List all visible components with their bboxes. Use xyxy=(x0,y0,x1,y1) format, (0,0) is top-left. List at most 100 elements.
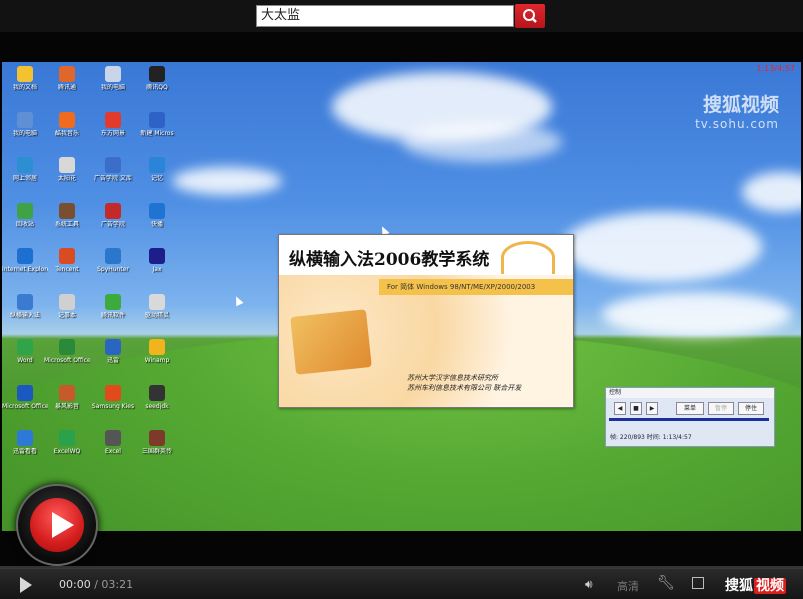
app-icon xyxy=(149,430,165,446)
desktop-icon-label: 记事本 xyxy=(57,311,76,319)
app-icon xyxy=(105,339,121,355)
app-icon xyxy=(105,66,121,82)
splash-credits: 苏州大学汉字信息技术研究所 苏州车利信息技术有限公司 联合开发 xyxy=(407,373,521,393)
recording-clock: 1:13/4:57 xyxy=(756,64,795,73)
speaker-icon: 🔊︎ xyxy=(585,577,593,591)
desktop-icon-label: Jax xyxy=(152,266,162,273)
desktop-icon-label: Microsoft Office xyxy=(44,357,90,364)
desktop-icon-label: 太阳花 xyxy=(57,175,76,182)
desktop-icon: 我的电脑 xyxy=(90,66,136,91)
pause-button: 暂停 xyxy=(708,402,734,415)
desktop-icon: Samsung Kies xyxy=(90,384,136,410)
current-time: 00:00 xyxy=(59,578,91,591)
desktop-icon: 新建 Micros xyxy=(134,111,180,137)
desktop-icon-label: Microsoft Office 2 xyxy=(2,402,48,410)
desktop-icon: seedjdk xyxy=(134,384,180,410)
quality-button[interactable]: 高清 xyxy=(617,578,639,594)
desktop-icon: Jax xyxy=(134,248,180,273)
desktop-icon-label: 东方网景 xyxy=(100,129,125,137)
sun-logo-icon xyxy=(501,241,555,274)
desktop-icon-label: Tencent xyxy=(55,266,79,273)
splash-platform: For 简体 Windows 98/NT/ME/XP/2000/2003 xyxy=(379,279,573,295)
big-play-button[interactable] xyxy=(16,484,98,566)
search-icon xyxy=(523,9,537,23)
play-button[interactable] xyxy=(20,577,32,593)
sohu-watermark: 搜狐视频 tv.sohu.com xyxy=(695,90,779,131)
app-icon xyxy=(59,248,75,264)
app-icon xyxy=(105,384,121,401)
desktop-icon: 三国群英传 xyxy=(134,430,180,455)
desktop-icon-label: 酷我音乐 xyxy=(54,129,79,137)
video-frame[interactable]: 1:13/4:57 搜狐视频 tv.sohu.com 我的文档 腾讯通 我的电脑 腾讯… xyxy=(2,62,801,531)
app-icon xyxy=(149,384,165,401)
desktop-icon: 太阳花 xyxy=(44,157,90,182)
credit-line-1: 苏州大学汉字信息技术研究所 xyxy=(407,374,498,382)
desktop-icon-label: Excel xyxy=(105,448,121,455)
desktop-icon: 暴风影音 xyxy=(44,384,90,410)
app-icon xyxy=(17,384,33,401)
app-icon xyxy=(149,111,165,128)
desktop-icon: 系统工具 xyxy=(44,202,90,228)
desktop-icon-label: 新建 Micros xyxy=(140,129,174,137)
fullscreen-icon[interactable] xyxy=(692,577,704,589)
desktop-icon-label: 回收站 xyxy=(15,220,34,228)
desktop-icon-label: 广告学院 文库 xyxy=(94,175,132,182)
control-info: 帧: 220/893 时间: 1:13/4:57 xyxy=(610,434,692,441)
app-icon xyxy=(17,248,33,264)
app-icon xyxy=(149,248,165,264)
app-icon xyxy=(105,157,121,173)
desktop-icon-label: Internet Explorer xyxy=(2,266,48,273)
app-icon xyxy=(17,111,33,128)
desktop-icon-label: 快播 xyxy=(150,220,163,228)
app-icon xyxy=(17,293,33,310)
desktop-icon-label: Winamp xyxy=(144,357,170,364)
app-icon xyxy=(59,384,75,401)
search-input[interactable]: 大太监 xyxy=(256,5,514,27)
splash-window: 纵横输入法2006教学系统 For 简体 Windows 98/NT/ME/XP… xyxy=(278,234,574,408)
app-icon xyxy=(59,430,75,446)
desktop-icon: Winamp xyxy=(134,339,180,364)
video-player[interactable]: 1:13/4:57 搜狐视频 tv.sohu.com 我的文档 腾讯通 我的电脑 腾讯… xyxy=(0,32,803,568)
desktop-icon-label: 我的文档 xyxy=(12,84,37,91)
app-icon xyxy=(59,202,75,219)
desktop-icon: 迅雷 xyxy=(90,339,136,364)
desktop-icon: 腾讯QQ xyxy=(134,66,180,91)
brand-right: 视频 xyxy=(754,578,786,594)
desktop-icon: 记事本 xyxy=(44,293,90,319)
settings-wrench-icon[interactable]: 🔧︎ xyxy=(657,575,675,591)
book-illustration xyxy=(290,309,372,375)
time-separator: / xyxy=(94,578,98,591)
desktop-icon: 广告学院 文库 xyxy=(90,157,136,182)
rewind-button: ◀ xyxy=(614,402,626,415)
desktop-icon: Excel xyxy=(90,430,136,455)
watermark-url: tv.sohu.com xyxy=(695,117,779,131)
desktop-icon-label: Word xyxy=(17,357,33,364)
volume-button[interactable]: 🔊︎ xyxy=(585,577,593,592)
app-icon xyxy=(17,202,33,219)
credit-line-2: 苏州车利信息技术有限公司 联合开发 xyxy=(407,384,522,392)
desktop-icon: 迅雷看看 xyxy=(2,430,48,455)
app-icon xyxy=(149,293,165,310)
desktop-icon-label: 我的电脑 xyxy=(12,129,37,137)
desktop-icon: 广告学院 xyxy=(90,202,136,228)
desktop-icon: 网上邻居 xyxy=(2,157,48,182)
desktop-icon-label: SpyHunter xyxy=(97,266,129,273)
desktop-icon-label: seedjdk xyxy=(145,402,169,410)
app-icon xyxy=(105,111,121,128)
sohu-video-logo[interactable]: 搜狐 视频 xyxy=(725,575,786,595)
desktop-icon: 腾讯软件 xyxy=(90,293,136,319)
desktop-icon: 东方网景 xyxy=(90,111,136,137)
control-progress-bar xyxy=(609,418,769,421)
search-button[interactable] xyxy=(515,4,545,28)
app-icon xyxy=(17,157,33,173)
desktop-icon-label: 网上邻居 xyxy=(12,175,37,182)
time-display: 00:00 / 03:21 xyxy=(59,578,133,591)
desktop-icon-label: 纵横输入法 xyxy=(9,311,40,319)
desktop-icon-label: 腾讯软件 xyxy=(100,311,125,319)
desktop-icon-label: 驱动精灵 xyxy=(144,311,169,319)
app-icon xyxy=(105,430,121,446)
top-search-bar: 大太监 xyxy=(0,0,803,32)
desktop-icon-label: 暴风影音 xyxy=(54,402,79,410)
brand-left: 搜狐 xyxy=(725,578,753,594)
play-small-button: ■ xyxy=(630,402,642,415)
